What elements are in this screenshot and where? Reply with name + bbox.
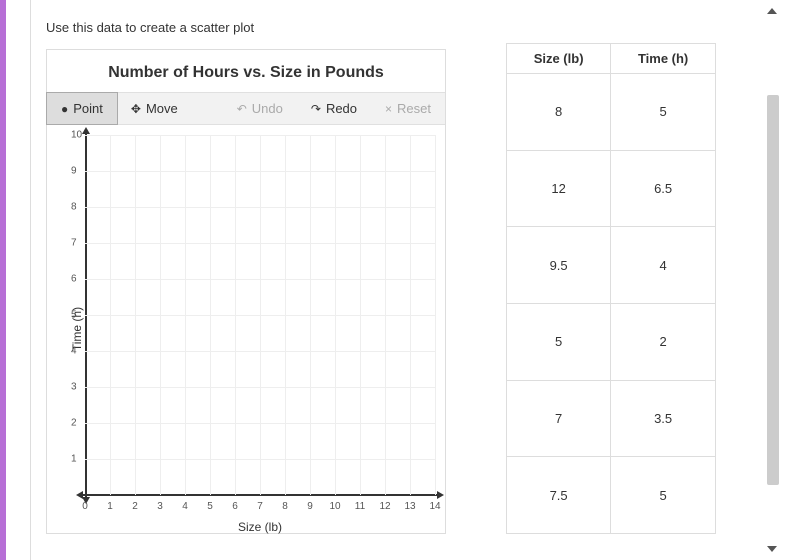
redo-label: Redo [326, 101, 357, 116]
move-tool-button[interactable]: ✥ Move [117, 93, 192, 124]
header-size: Size (lb) [507, 44, 611, 74]
x-tick-label: 3 [157, 501, 163, 512]
y-tick-label: 3 [71, 382, 77, 393]
y-tick-label: 7 [71, 238, 77, 249]
move-label: Move [146, 101, 178, 116]
axis-arrow-up-icon [82, 127, 90, 134]
scrollbar[interactable] [767, 95, 779, 485]
table-row: 7 3.5 [507, 380, 716, 457]
chart-body[interactable]: Time (h) Size (lb) 012345678910111213141… [47, 125, 445, 533]
gridline-h [85, 315, 435, 316]
gridline-h [85, 243, 435, 244]
x-tick-label: 9 [307, 501, 313, 512]
cell-size: 12 [507, 150, 611, 227]
table-header-row: Size (lb) Time (h) [507, 44, 716, 74]
reset-button[interactable]: × Reset [371, 93, 445, 124]
cell-size: 5 [507, 303, 611, 380]
reset-icon: × [385, 102, 392, 116]
x-tick-label: 2 [132, 501, 138, 512]
cell-size: 7.5 [507, 457, 611, 534]
move-icon: ✥ [131, 102, 141, 116]
gridline-h [85, 423, 435, 424]
cell-time: 6.5 [611, 150, 716, 227]
plot-area[interactable]: Size (lb) 012345678910111213141234567891… [85, 135, 435, 495]
table-row: 5 2 [507, 303, 716, 380]
y-tick-label: 9 [71, 166, 77, 177]
chart-card: Number of Hours vs. Size in Pounds ● Poi… [46, 49, 446, 534]
y-tick-label: 10 [71, 130, 82, 141]
accent-border [0, 0, 6, 560]
cell-size: 8 [507, 74, 611, 151]
x-tick-label: 12 [379, 501, 390, 512]
redo-button[interactable]: ↷ Redo [297, 93, 371, 124]
cell-time: 5 [611, 457, 716, 534]
x-tick-label: 0 [82, 501, 88, 512]
x-tick-label: 11 [355, 501, 365, 512]
cell-size: 9.5 [507, 227, 611, 304]
x-axis-label: Size (lb) [85, 520, 435, 534]
axis-arrow-left-icon [76, 491, 83, 499]
cell-size: 7 [507, 380, 611, 457]
x-tick-label: 14 [429, 501, 440, 512]
y-tick-label: 8 [71, 202, 77, 213]
gridline-h [85, 135, 435, 136]
gridline-h [85, 351, 435, 352]
undo-label: Undo [252, 101, 283, 116]
x-tick-label: 7 [257, 501, 263, 512]
cell-time: 2 [611, 303, 716, 380]
scroll-up-arrow-icon[interactable] [767, 8, 777, 14]
gridline-h [85, 171, 435, 172]
y-tick-label: 5 [71, 310, 77, 321]
table-row: 12 6.5 [507, 150, 716, 227]
y-tick-label: 1 [71, 454, 77, 465]
chart-toolbar: ● Point ✥ Move ↶ Undo ↷ Redo × [47, 92, 445, 125]
cell-time: 3.5 [611, 380, 716, 457]
gridline-h [85, 279, 435, 280]
content-divider [30, 0, 31, 560]
header-time: Time (h) [611, 44, 716, 74]
data-table: Size (lb) Time (h) 8 5 12 6.5 9.5 4 [506, 43, 716, 534]
undo-button[interactable]: ↶ Undo [223, 93, 297, 124]
x-tick-label: 6 [232, 501, 238, 512]
table-row: 8 5 [507, 74, 716, 151]
cell-time: 5 [611, 74, 716, 151]
gridline-h [85, 207, 435, 208]
reset-label: Reset [397, 101, 431, 116]
x-tick-label: 1 [107, 501, 113, 512]
x-tick-label: 10 [329, 501, 340, 512]
scroll-down-arrow-icon[interactable] [767, 546, 777, 552]
undo-icon: ↶ [237, 102, 247, 116]
cell-time: 4 [611, 227, 716, 304]
table-row: 9.5 4 [507, 227, 716, 304]
point-tool-button[interactable]: ● Point [46, 92, 118, 125]
x-tick-label: 13 [404, 501, 415, 512]
gridline-h [85, 459, 435, 460]
y-tick-label: 2 [71, 418, 77, 429]
gridline-v [435, 135, 436, 495]
x-tick-label: 8 [282, 501, 288, 512]
redo-icon: ↷ [311, 102, 321, 116]
axis-arrow-right-icon [437, 491, 444, 499]
point-label: Point [73, 101, 103, 116]
table-row: 7.5 5 [507, 457, 716, 534]
gridline-h [85, 387, 435, 388]
point-icon: ● [61, 102, 68, 116]
prompt-text: Use this data to create a scatter plot [46, 20, 755, 35]
y-tick-label: 4 [71, 346, 77, 357]
x-tick-label: 4 [182, 501, 188, 512]
x-tick-label: 5 [207, 501, 213, 512]
chart-title: Number of Hours vs. Size in Pounds [47, 50, 445, 92]
y-tick-label: 6 [71, 274, 77, 285]
